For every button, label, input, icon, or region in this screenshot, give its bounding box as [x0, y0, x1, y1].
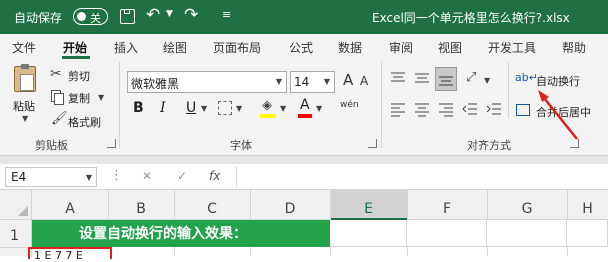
- column-header-f[interactable]: F: [407, 198, 487, 220]
- select-all-icon: [18, 206, 28, 216]
- column-header-c[interactable]: C: [174, 198, 250, 220]
- name-box-dropdown-icon[interactable]: ▼: [86, 173, 92, 182]
- column-header-d[interactable]: D: [250, 198, 330, 220]
- cell-h1[interactable]: [567, 220, 608, 247]
- column-divider: [487, 190, 488, 220]
- column-divider: [330, 190, 331, 220]
- column-divider: [250, 190, 251, 220]
- column-divider: [407, 190, 408, 220]
- name-box[interactable]: E4 ▼: [5, 167, 97, 187]
- banner-text: 设置自动换行的输入效果：: [79, 226, 247, 242]
- row-2-grid: [250, 247, 251, 256]
- cell-f1[interactable]: [407, 220, 487, 247]
- column-divider: [567, 190, 568, 220]
- cell-g1[interactable]: [487, 220, 567, 247]
- row-2-grid: [330, 247, 331, 256]
- formula-input[interactable]: [236, 167, 608, 187]
- row-2-grid: [407, 247, 408, 256]
- column-divider: [108, 190, 109, 220]
- column-header-h[interactable]: H: [567, 198, 608, 220]
- insert-function-icon[interactable]: fx: [209, 169, 220, 183]
- enter-icon[interactable]: ✓: [177, 169, 187, 183]
- row-2-grid: [174, 247, 175, 256]
- row-2-grid: [487, 247, 488, 256]
- name-box-value: E4: [11, 170, 27, 184]
- column-header-e[interactable]: E: [330, 198, 407, 220]
- select-all-corner[interactable]: [0, 190, 32, 220]
- column-header-g[interactable]: G: [487, 198, 567, 220]
- ribbon-spacer: [0, 156, 608, 164]
- cancel-icon[interactable]: ✕: [142, 169, 152, 183]
- row-2-grid: [567, 247, 568, 256]
- formula-bar-grip-icon: ⋮: [110, 168, 123, 183]
- row-header-1[interactable]: 1: [10, 228, 19, 244]
- column-header-a[interactable]: A: [32, 198, 108, 220]
- column-divider: [174, 190, 175, 220]
- merged-banner-cell[interactable]: 设置自动换行的输入效果：: [32, 220, 330, 247]
- column-header-b[interactable]: B: [108, 198, 174, 220]
- cell-e1[interactable]: [330, 220, 407, 247]
